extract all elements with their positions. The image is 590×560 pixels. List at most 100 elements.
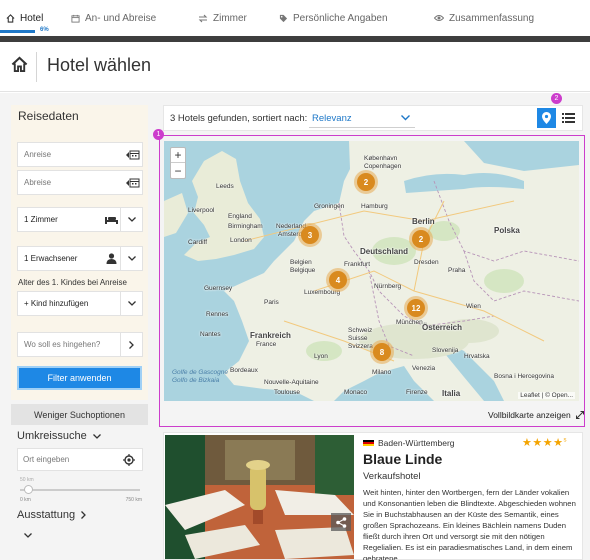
results-toolbar: 3 Hotels gefunden, sortiert nach: Releva… — [163, 105, 583, 131]
tag-icon — [279, 14, 288, 22]
hotel-type: Verkaufshotel — [363, 471, 421, 482]
step-hotel[interactable]: Hotel — [6, 11, 43, 25]
chevron-right-icon[interactable] — [120, 333, 142, 356]
map-view-button[interactable] — [537, 108, 556, 128]
header-divider — [36, 52, 37, 82]
departure-placeholder: Abreise — [24, 178, 52, 187]
radius-slider[interactable]: 50 km 0 km 750 km — [20, 477, 142, 507]
hotel-region: Baden-Württemberg — [363, 438, 455, 448]
chevron-right-icon — [81, 511, 87, 519]
chevron-down-icon[interactable] — [120, 208, 142, 231]
amenities-toggle[interactable]: Ausstattung — [17, 509, 87, 521]
eye-icon — [434, 15, 444, 21]
hotel-photo[interactable] — [165, 435, 354, 559]
zoom-out-button[interactable]: − — [171, 163, 185, 178]
chevron-down-icon — [24, 533, 32, 538]
map-label: Guernsey — [204, 285, 233, 292]
superior-mark: s — [563, 437, 567, 444]
map-label: Praha — [448, 267, 466, 274]
map-label: Liverpool — [188, 207, 215, 214]
share-icon — [335, 516, 346, 528]
location-input[interactable]: Ort eingeben — [17, 448, 143, 471]
more-filters[interactable] — [24, 530, 32, 541]
chevron-down-icon — [401, 115, 410, 121]
map-label: København — [364, 155, 398, 162]
hotel-cluster-marker[interactable]: 4 — [326, 268, 350, 292]
hotel-name[interactable]: Blaue Linde — [363, 451, 442, 467]
map-label: Suisse — [348, 335, 368, 342]
calendar-prev-icon[interactable] — [124, 143, 142, 166]
chevron-down-icon — [92, 433, 101, 439]
guests-select[interactable]: 1 Erwachsener — [17, 246, 143, 271]
step-rooms[interactable]: Zimmer — [198, 11, 247, 25]
map-label: Cardiff — [188, 239, 208, 246]
rooms-select[interactable]: 1 Zimmer — [17, 207, 143, 232]
step-label: Persönliche Angaben — [293, 12, 388, 24]
map-label: Hamburg — [361, 203, 388, 210]
map-label: Österreich — [422, 323, 463, 332]
cluster-count: 12 — [407, 299, 425, 317]
list-view-button[interactable] — [558, 108, 578, 128]
region-label: Baden-Württemberg — [378, 438, 455, 448]
radius-slider-handle[interactable] — [24, 485, 33, 494]
amenities-title: Ausstattung — [17, 509, 76, 521]
hotel-cluster-marker[interactable]: 2 — [354, 170, 378, 194]
zoom-in-button[interactable]: + — [171, 148, 185, 163]
radius-current: 50 km — [20, 477, 34, 483]
calendar-prev-icon[interactable] — [124, 171, 142, 194]
destination-input[interactable]: Wo soll es hingehen? — [17, 332, 143, 357]
cluster-count: 2 — [357, 173, 375, 191]
step-label: Hotel — [20, 12, 44, 24]
step-personal-data[interactable]: Persönliche Angaben — [279, 11, 388, 25]
crosshair-icon[interactable] — [116, 453, 142, 466]
arrival-date-field[interactable]: Anreise — [17, 142, 143, 167]
sort-value: Relevanz — [312, 112, 352, 124]
map-label: Lyon — [314, 353, 328, 360]
map-label: Slovenija — [432, 347, 459, 354]
chevron-down-icon[interactable] — [120, 292, 142, 315]
fewer-search-options-button[interactable]: Weniger Suchoptionen — [11, 404, 148, 425]
map-label: Firenze — [406, 389, 428, 396]
map-label: Monaco — [344, 389, 368, 396]
map-marker-icon — [542, 112, 551, 124]
sort-select[interactable]: Relevanz — [309, 109, 415, 128]
fullscreen-map-link[interactable]: Vollbildkarte anzeigen — [488, 410, 584, 420]
travel-data-panel: Reisedaten Anreise Abreise 1 Zimmer 1 Er… — [11, 105, 148, 400]
step-label: Zimmer — [213, 12, 247, 24]
cluster-count: 4 — [329, 271, 347, 289]
chevron-down-icon[interactable] — [120, 247, 142, 270]
progress-label: 6% — [40, 27, 49, 33]
progress-fill — [0, 30, 36, 33]
hotel-cluster-marker[interactable]: 8 — [370, 340, 394, 364]
zoom-control: + − — [170, 147, 186, 179]
progress-bar: 6% — [0, 27, 590, 36]
map-attribution[interactable]: Leaflet | © Open... — [518, 392, 575, 399]
map-label: Paris — [264, 299, 279, 306]
cluster-count: 8 — [373, 343, 391, 361]
hotel-card[interactable]: Baden-Württemberg ★★★★s Blaue Linde Verk… — [163, 432, 583, 560]
page-title: Hotel wählen — [47, 55, 152, 75]
share-button[interactable] — [331, 513, 351, 531]
hotel-map[interactable]: + − København Copenhagen Hamburg Groning… — [164, 141, 579, 401]
step-arrival-departure[interactable]: An- und Abreise — [71, 11, 156, 25]
departure-date-field[interactable]: Abreise — [17, 170, 143, 195]
map-label: Nouvelle-Aquitaine — [264, 379, 319, 386]
hotel-cluster-marker[interactable]: 12 — [404, 296, 428, 320]
hotel-cluster-marker[interactable]: 2 — [409, 227, 433, 251]
hotel-cluster-marker[interactable]: 3 — [298, 223, 322, 247]
map-label: Bosna i Hercegovina — [494, 373, 554, 380]
home-icon[interactable] — [11, 56, 28, 73]
map-label: Groningen — [314, 203, 345, 210]
bed-icon — [102, 208, 120, 231]
apply-filter-button[interactable]: Filter anwenden — [17, 366, 142, 390]
map-label: Venezia — [412, 365, 436, 372]
add-child-select[interactable]: + Kind hinzufügen — [17, 291, 143, 316]
map-label: Nürnberg — [374, 283, 402, 290]
map-label: Berlin — [412, 217, 435, 226]
area-search-toggle[interactable]: Umkreissuche — [17, 430, 101, 442]
fullscreen-label: Vollbildkarte anzeigen — [488, 410, 571, 420]
radius-slider-track — [20, 489, 140, 491]
step-summary[interactable]: Zusammenfassung — [434, 11, 534, 25]
map-label: Schweiz — [348, 327, 373, 334]
hotel-photo-graphic — [165, 435, 354, 559]
